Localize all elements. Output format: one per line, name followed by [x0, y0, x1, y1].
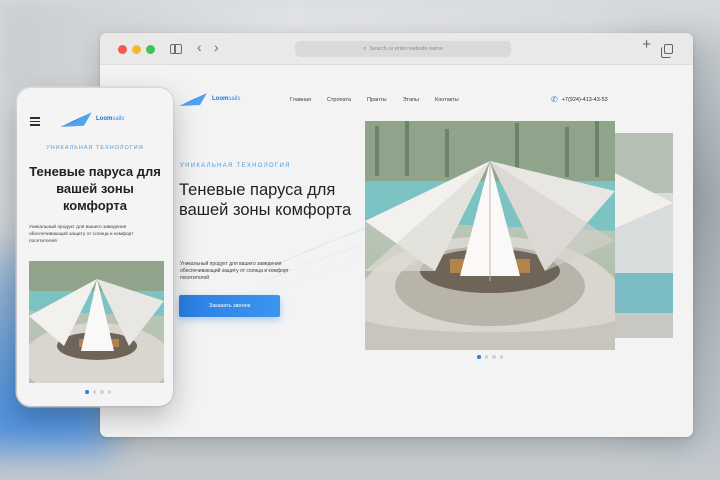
- tabs-icon[interactable]: [661, 44, 673, 58]
- order-call-button[interactable]: Заказать звонок: [179, 295, 280, 317]
- logo-text-bold: Loom: [212, 96, 229, 102]
- hero-title: Теневые паруса для вашей зоны комфорта: [179, 181, 352, 219]
- website-page: Loomsails Главная Стропата Пранты Этапы …: [100, 65, 693, 437]
- nav-item-contacts[interactable]: Контакты: [435, 97, 459, 103]
- mobile-slider-dot-4[interactable]: [107, 390, 111, 394]
- sidebar-icon[interactable]: [170, 44, 182, 54]
- shade-sails-photo: [29, 261, 164, 383]
- mobile-logo-text-light: sails: [112, 116, 125, 122]
- address-bar-placeholder: Search or enter website name: [369, 46, 443, 52]
- phone-number: +7(924)-413-43-53: [561, 96, 608, 103]
- sail-logo-icon: [60, 112, 92, 127]
- slider-dot-2[interactable]: [484, 355, 488, 359]
- new-tab-icon[interactable]: +: [642, 37, 651, 52]
- shade-sails-photo: [365, 121, 615, 350]
- mobile-device: Loomsails Уникальная технология Теневые …: [17, 88, 173, 406]
- mobile-site-logo[interactable]: Loomsails: [59, 110, 124, 128]
- slider-dot-3[interactable]: [492, 355, 496, 359]
- mobile-hero-eyebrow: Уникальная технология: [46, 145, 144, 151]
- minimize-window-button[interactable]: [132, 45, 141, 54]
- nav-item-2[interactable]: Стропата: [327, 97, 351, 103]
- search-icon: ⌕: [363, 45, 367, 52]
- desktop-slider-dots: [477, 355, 503, 359]
- slider-dot-1[interactable]: [477, 355, 481, 359]
- phone-icon: ✆: [551, 95, 558, 104]
- mobile-hero-description: Уникальный продукт для вашего заведения …: [29, 225, 134, 244]
- nav-item-home[interactable]: Главная: [290, 97, 311, 103]
- nav-item-3[interactable]: Пранты: [367, 97, 387, 103]
- mobile-hero-title: Теневые паруса для вашей зоны комфорта: [29, 164, 161, 213]
- logo-text-light: sails: [228, 96, 241, 102]
- hamburger-menu-icon[interactable]: [30, 117, 40, 128]
- mobile-slider-dot-2[interactable]: [92, 390, 96, 394]
- sail-logo-icon: [179, 93, 207, 106]
- mobile-slider-dots: [85, 390, 111, 394]
- browser-toolbar: ‹ › ⌕ Search or enter website name +: [100, 33, 693, 65]
- mobile-logo-text-bold: Loom: [96, 116, 113, 122]
- maximize-window-button[interactable]: [146, 45, 155, 54]
- hero-eyebrow: Уникальная технология: [180, 163, 291, 169]
- mobile-slider-dot-3[interactable]: [100, 390, 104, 394]
- mobile-hero-image[interactable]: [29, 261, 164, 383]
- close-window-button[interactable]: [118, 45, 127, 54]
- main-nav: Главная Стропата Пранты Этапы Контакты: [290, 97, 459, 103]
- phone-contact[interactable]: ✆ +7(924)-413-43-53: [551, 95, 608, 104]
- hero-image[interactable]: [365, 121, 615, 350]
- hero-description: Уникальный продукт для вашего заведения …: [180, 261, 289, 281]
- back-icon[interactable]: ‹: [197, 40, 202, 54]
- slider-dot-4[interactable]: [499, 355, 503, 359]
- address-bar[interactable]: ⌕ Search or enter website name: [295, 41, 511, 57]
- mobile-slider-dot-1[interactable]: [85, 390, 89, 394]
- slide-preview-photo: [615, 133, 673, 338]
- nav-item-stages[interactable]: Этапы: [403, 97, 419, 103]
- site-logo[interactable]: Loomsails: [178, 91, 240, 107]
- next-slide-preview[interactable]: [615, 133, 673, 338]
- forward-icon[interactable]: ›: [214, 40, 219, 54]
- browser-window: ‹ › ⌕ Search or enter website name + Loo…: [100, 33, 693, 437]
